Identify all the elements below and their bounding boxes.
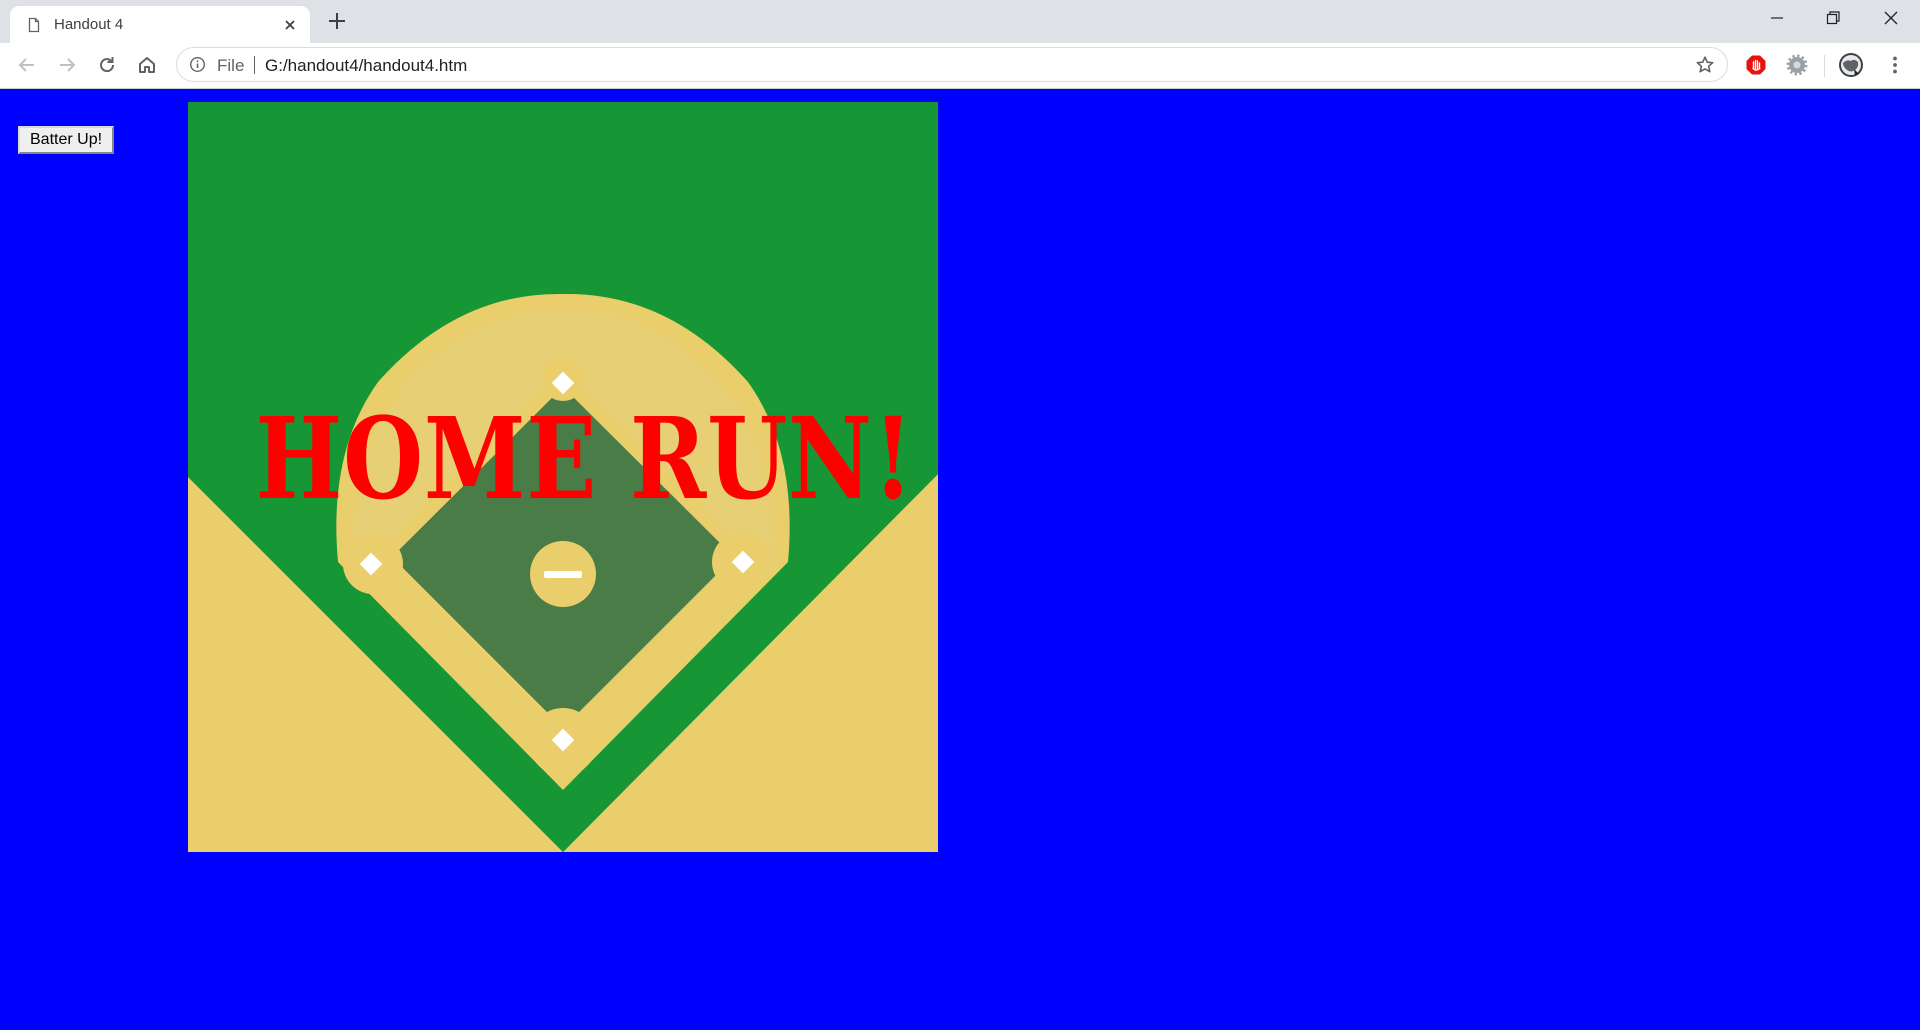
title-bar: Handout 4 <box>0 0 1920 43</box>
star-icon[interactable] <box>1695 55 1715 75</box>
plus-icon[interactable] <box>326 10 348 32</box>
file-icon <box>28 17 40 33</box>
home-run-overlay-text: HOME RUN! <box>255 394 914 525</box>
batter-up-button[interactable]: Batter Up! <box>18 126 115 154</box>
scheme-label: File <box>217 56 245 75</box>
restore-icon[interactable] <box>1821 6 1845 30</box>
back-arrow-icon[interactable] <box>15 53 39 77</box>
reload-icon[interactable] <box>95 53 119 77</box>
info-icon[interactable] <box>189 56 206 73</box>
browser-window: Handout 4 File G:/handout4/handout4.htm … <box>0 0 1920 1030</box>
close-icon[interactable] <box>1879 6 1903 30</box>
minimize-icon[interactable] <box>1765 6 1789 30</box>
home-icon[interactable] <box>135 53 159 77</box>
kebab-menu-icon[interactable] <box>1883 53 1907 77</box>
close-tab-icon[interactable] <box>282 17 298 33</box>
omnibox-divider <box>254 56 255 74</box>
extension-icon[interactable] <box>1744 53 1768 77</box>
avatar-icon[interactable] <box>1838 52 1864 78</box>
toolbar-divider <box>1824 55 1825 77</box>
address-bar[interactable]: File G:/handout4/handout4.htm <box>176 47 1728 82</box>
browser-tab[interactable]: Handout 4 <box>10 6 310 43</box>
tab-title: Handout 4 <box>54 16 124 33</box>
browser-toolbar: File G:/handout4/handout4.htm <box>0 43 1920 89</box>
url-text[interactable]: G:/handout4/handout4.htm <box>265 56 467 76</box>
gear-icon[interactable] <box>1785 53 1809 77</box>
forward-arrow-icon[interactable] <box>55 53 79 77</box>
